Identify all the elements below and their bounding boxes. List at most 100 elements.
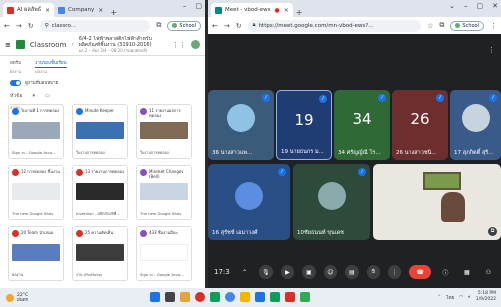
chrome-icon[interactable] (195, 292, 205, 302)
profile-chip[interactable]: School (450, 20, 484, 31)
people-icon[interactable]: ⚇ (482, 265, 495, 279)
card-footer: Sign in - Google Acco... (140, 272, 184, 277)
profile-avatar-icon (455, 23, 461, 28)
participant-avatar (461, 104, 490, 132)
info-icon[interactable]: ⓘ (439, 265, 452, 279)
volume-icon[interactable]: 🔈︎ (468, 294, 471, 300)
classroom-title[interactable]: Classroom (30, 41, 67, 49)
app-icon[interactable] (300, 292, 310, 302)
material-card[interactable]: 12 การทดลอง ชิ้นงาน The new Google Sites (8, 165, 64, 220)
material-card[interactable]: 25 ความคิดเห็น งาน (Portfolio) (72, 226, 128, 281)
chevron-down-icon[interactable]: ▾ (33, 93, 36, 99)
maximize-icon[interactable]: ▢ (477, 2, 484, 10)
menu-dots-icon[interactable]: ⋮ (490, 22, 497, 30)
material-card[interactable]: 11 รายงานผลการทดลอง ใบงานการทดลอง (136, 104, 192, 159)
apps-grid-icon[interactable]: ⋮⋮ (172, 41, 186, 49)
maximize-icon[interactable]: ▢ (195, 2, 202, 10)
app-icon[interactable] (210, 292, 220, 302)
pip-icon[interactable]: ⧉ (488, 227, 497, 236)
participant-tile[interactable]: ⁄ 26 26 นางสาวชนิ... (392, 90, 448, 160)
forward-icon[interactable]: → (16, 22, 22, 30)
minimize-icon[interactable]: – (464, 2, 468, 10)
file-explorer-icon[interactable] (180, 292, 190, 302)
tab-meet[interactable]: Meet - vbod-ews ● × (211, 3, 293, 17)
tab-classroom[interactable]: AI ผลลัพธ์ × (3, 3, 55, 17)
wifi-icon[interactable]: ◠ (459, 295, 463, 300)
muted-mic-icon: ⁄ (436, 94, 444, 102)
subtab-2[interactable]: ผลงาน (35, 68, 47, 75)
participant-tile[interactable]: ⁄ 17 สุภกิตติ์ สุริ... (450, 90, 501, 160)
card-footer: ผลงาน (12, 272, 24, 277)
profile-chip[interactable]: School (167, 20, 201, 31)
presenter-video-tile[interactable]: ⧉ (373, 164, 501, 240)
material-card[interactable]: 13 รายงานการทดลอง Invention - ผลิตภัณฑ์ท… (72, 165, 128, 220)
muted-mic-icon: ⁄ (278, 168, 286, 176)
back-icon[interactable]: ← (4, 22, 10, 30)
close-tab-icon[interactable]: × (284, 7, 289, 14)
start-icon[interactable] (150, 292, 160, 302)
taskbar-apps (150, 292, 310, 302)
close-tab-icon[interactable]: × (98, 7, 103, 14)
weather-widget[interactable]: 22°C ฝนตก (6, 293, 28, 303)
chevron-up-icon[interactable]: ⌃ (437, 295, 441, 300)
end-call-icon[interactable]: ☎︎ (409, 265, 431, 279)
clock[interactable]: 5:18 PM 1/9/2022 (476, 291, 496, 303)
tab-company[interactable]: Company × (54, 3, 107, 17)
app-icon[interactable] (240, 292, 250, 302)
view-toggle[interactable] (10, 79, 21, 86)
star-icon[interactable]: ☆ (427, 22, 433, 30)
material-card[interactable]: 20 Team นำเสนอ ผลงาน (8, 226, 64, 281)
tab-classwork[interactable]: งานของชั้นเรียน (35, 59, 67, 68)
chat-icon[interactable]: ▦ (460, 265, 473, 279)
forward-icon[interactable]: → (224, 22, 230, 30)
captions-icon[interactable]: ▤ (345, 265, 359, 279)
reload-icon[interactable]: ↻ (28, 22, 34, 30)
subtab-1[interactable]: ผังงาน (10, 68, 21, 75)
camera-icon[interactable]: ▶ (280, 265, 295, 279)
new-tab-icon[interactable]: + (110, 8, 117, 17)
card-thumbnail (76, 244, 124, 261)
url-input[interactable]: 🔒︎ https://meet.google.com/mn-vbod-ews?.… (247, 19, 422, 32)
participant-tile[interactable]: ⁄ 34 34 ศรัญญ์ณี โร... (334, 90, 390, 160)
extensions-icon[interactable]: ⧉ (439, 21, 444, 30)
tab-stream[interactable]: สตรีม (10, 59, 21, 68)
raise-hand-icon[interactable]: ✋︎ (366, 265, 381, 279)
meet-pin-icon[interactable]: ⋮ (488, 46, 495, 54)
app-icon[interactable] (270, 292, 280, 302)
participant-tile[interactable]: ⁄ 10ชัยธนนท์ ขุนเดช (293, 164, 370, 240)
app-icon[interactable] (255, 292, 265, 302)
card-thumbnail (76, 183, 124, 200)
participant-tile[interactable]: ⁄ 19 19 นายธนกร ม... (276, 90, 332, 160)
close-window-icon[interactable]: ✕ (492, 2, 498, 10)
search-icon[interactable] (165, 292, 175, 302)
new-tab-icon[interactable]: + (296, 8, 303, 17)
edge-icon[interactable] (225, 292, 235, 302)
material-card[interactable]: 433 ชิ้นงานอื่นๆ Sign in - Google Acco..… (136, 226, 192, 281)
reload-icon[interactable]: ↻ (236, 22, 242, 30)
material-card[interactable]: Mindset Changes (Bell) The new Google Si… (136, 165, 192, 220)
menu-icon[interactable]: ≡ (5, 41, 11, 49)
meeting-time: 17:3 (214, 268, 230, 276)
minimize-icon[interactable]: – (183, 2, 187, 10)
chevron-up-icon[interactable]: ⌃ (238, 265, 251, 279)
language-indicator[interactable]: ไทย (446, 294, 454, 301)
emoji-icon[interactable]: ☺ (323, 265, 338, 279)
back-icon[interactable]: ← (212, 22, 218, 30)
close-tab-icon[interactable]: × (45, 7, 50, 14)
material-card[interactable]: Minute Keeper ใบงานการทดลอง (72, 104, 128, 159)
mic-icon[interactable]: 🎙︎ (259, 265, 273, 279)
participant-tile[interactable]: ⁄ 36 นางสาวแพ... (208, 90, 274, 160)
tab-search-icon[interactable]: ⌄ (449, 2, 455, 10)
participant-tile[interactable]: ⁄ 16 สุรัชช์ เอมาวงศ์ (208, 164, 290, 240)
present-icon[interactable]: ▣ (302, 265, 316, 279)
extensions-icon[interactable]: ⧉ (156, 21, 161, 30)
app-icon[interactable] (285, 292, 295, 302)
participant-name: 10ชัยธนนท์ ขุนเดช (297, 230, 344, 236)
material-card[interactable]: ใบงานที่ 1 การทดลอง Sign in - Google Acc… (8, 104, 64, 159)
url-input[interactable]: ⚲ classro... (39, 19, 151, 32)
user-avatar[interactable] (191, 40, 200, 49)
more-icon[interactable]: ⋮ (388, 265, 402, 279)
folder-icon[interactable]: ▭ (45, 93, 50, 99)
whiteboard-sign (423, 172, 461, 190)
course-title[interactable]: 6/4-2 ไฟฟ้าพลาสติกไฟฟ้าสำหรับผลิตภัณฑ์ชิ… (79, 36, 167, 54)
